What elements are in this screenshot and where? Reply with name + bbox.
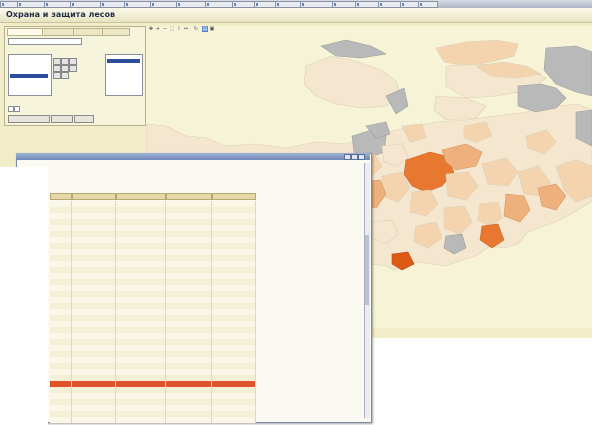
list-item[interactable]	[10, 69, 48, 73]
move-right-button[interactable]	[69, 58, 77, 65]
column-header[interactable]	[72, 193, 116, 200]
table-cell	[166, 417, 212, 423]
filter-panel	[4, 26, 146, 126]
table-cell	[72, 417, 116, 423]
zoom-in-icon[interactable]: +	[155, 26, 161, 32]
build-button[interactable]	[8, 115, 50, 123]
tab-4[interactable]	[102, 28, 130, 36]
taskbar-button[interactable]	[70, 1, 104, 8]
table-cell	[212, 417, 256, 423]
column-header[interactable]	[116, 193, 166, 200]
tab-1[interactable]	[7, 28, 43, 36]
layers-icon[interactable]: ▤	[202, 26, 208, 32]
list-item-selected[interactable]	[10, 74, 48, 78]
move-left-button[interactable]	[69, 65, 77, 72]
map-region	[303, 55, 402, 109]
tab-2[interactable]	[42, 28, 74, 36]
zoom-out-icon[interactable]: −	[162, 26, 168, 32]
move-left-button[interactable]	[53, 65, 61, 72]
info-icon[interactable]: i	[176, 26, 182, 32]
clear-button[interactable]	[51, 115, 73, 123]
column-header[interactable]	[50, 193, 72, 200]
taskbar-button[interactable]	[300, 1, 336, 8]
map-region	[433, 95, 487, 121]
minimize-button[interactable]	[344, 154, 351, 160]
refresh-icon[interactable]: ↻	[193, 26, 199, 32]
page-title: Охрана и защита лесов	[6, 10, 116, 19]
layer-list[interactable]	[8, 54, 52, 96]
table-row[interactable]	[50, 417, 256, 423]
pan-icon[interactable]: ✥	[148, 26, 154, 32]
select-icon[interactable]: ⬚	[169, 26, 175, 32]
maximize-button[interactable]	[351, 154, 358, 160]
checkbox[interactable]	[14, 106, 20, 112]
region-select[interactable]	[8, 38, 82, 45]
tab-3[interactable]	[73, 28, 103, 36]
map-region	[320, 39, 387, 59]
list-item[interactable]	[10, 59, 48, 63]
report-window-titlebar[interactable]	[16, 153, 370, 160]
move-up-button[interactable]	[53, 72, 61, 79]
close-button[interactable]	[358, 154, 365, 160]
measure-icon[interactable]: ↔	[183, 26, 189, 32]
taskbar-button[interactable]	[418, 1, 438, 8]
table-cell	[50, 417, 72, 423]
list-item[interactable]	[10, 79, 48, 83]
selected-list[interactable]	[105, 54, 143, 96]
move-right-button[interactable]	[61, 58, 69, 65]
column-header[interactable]	[166, 193, 212, 200]
taskbar-button[interactable]	[17, 1, 47, 8]
column-header[interactable]	[212, 193, 256, 200]
list-item[interactable]	[10, 64, 48, 68]
whiteout-area	[0, 167, 48, 425]
move-down-button[interactable]	[61, 72, 69, 79]
scrollbar-thumb[interactable]	[365, 235, 369, 305]
table-cell	[116, 417, 166, 423]
print-button[interactable]	[74, 115, 94, 123]
move-left-button[interactable]	[61, 65, 69, 72]
move-right-button[interactable]	[53, 58, 61, 65]
print-icon[interactable]: ▣	[209, 26, 215, 32]
list-item-selected[interactable]	[107, 59, 140, 63]
